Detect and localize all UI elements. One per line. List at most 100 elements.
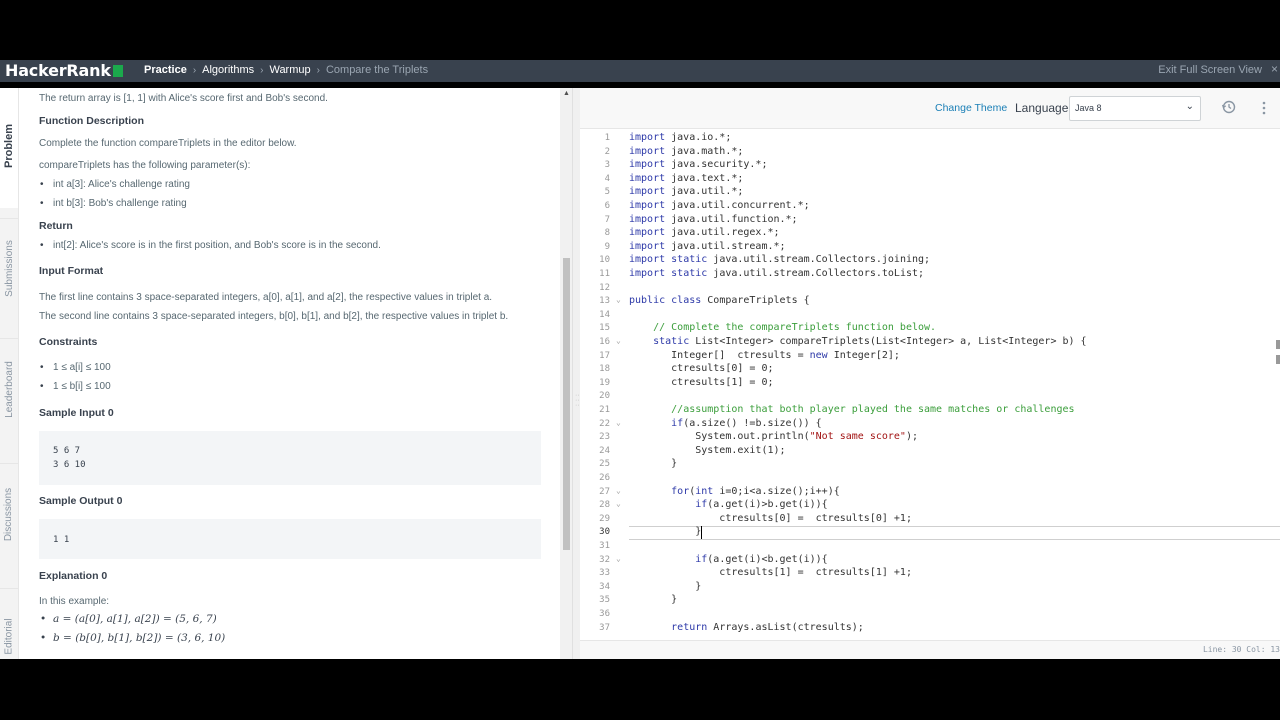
hackerrank-logo[interactable]: HackerRank [5, 61, 123, 80]
breadcrumb-practice[interactable]: Practice [144, 64, 187, 76]
line-number: 2 [604, 146, 610, 157]
code-line[interactable]: 10 import static java.util.stream.Collect… [580, 254, 1280, 268]
code-line[interactable]: 28 ⌄ if(a.get(i)>b.get(i)){ [580, 499, 1280, 513]
code-line[interactable]: 27 ⌄ for(int i=0;i<a.size();i++){ [580, 486, 1280, 500]
code-line[interactable]: 16 ⌄ static List<Integer> compareTriplets… [580, 336, 1280, 350]
code-line[interactable]: 15 // Complete the compareTriplets funct… [580, 322, 1280, 336]
code-line[interactable]: 11 import static java.util.stream.Collect… [580, 268, 1280, 282]
line-number: 16 [599, 337, 610, 347]
code-text: //assumption that both player played the… [671, 404, 1075, 415]
code-line[interactable]: 8 import java.util.regex.*; [580, 227, 1280, 241]
code-text: Integer[] ctresults = new Integer[2]; [629, 349, 900, 361]
breadcrumb-algorithms[interactable]: Algorithms [202, 64, 254, 76]
problem-statement: The return array is [1, 1] with Alice's … [19, 88, 560, 659]
line-number: 13 [599, 296, 610, 307]
fold-chevron-icon[interactable]: ⌄ [616, 295, 621, 304]
code-text: import java.text.*; [629, 172, 744, 184]
code-line[interactable]: 22 ⌄ if(a.size() !=b.size()) { [580, 418, 1280, 432]
scroll-ruler-mark [1276, 355, 1280, 364]
code-line[interactable]: 1 import java.io.*; [580, 132, 1280, 146]
code-text: ctresults[0] = 0; [629, 363, 774, 375]
tab-problem[interactable]: Problem [0, 108, 18, 184]
code-line[interactable]: 36 [580, 608, 1280, 622]
chevron-down-icon: ⌄ [1185, 101, 1194, 112]
line-number: 1 [604, 133, 610, 143]
fold-chevron-icon[interactable]: ⌄ [616, 418, 621, 427]
code-line[interactable]: 5 import java.util.*; [580, 186, 1280, 200]
code-line[interactable]: 23 System.out.println("Not same score"); [580, 431, 1280, 445]
explanation-heading: Explanation 0 [39, 570, 108, 582]
code-text: import java.util.*; [629, 186, 744, 198]
code-line[interactable]: 32 ⌄ if(a.get(i)<b.get(i)){ [580, 554, 1280, 568]
code-line[interactable]: 6 import java.util.concurrent.*; [580, 200, 1280, 214]
fold-chevron-icon[interactable]: ⌄ [616, 486, 621, 495]
code-line[interactable]: 12 [580, 282, 1280, 296]
code-text: import java.math.*; [629, 145, 744, 157]
exit-fullscreen-link[interactable]: Exit Full Screen View [1158, 64, 1262, 76]
sample-input-line: 3 6 10 [53, 460, 86, 470]
tab-editorial[interactable]: Editorial [0, 588, 18, 659]
sample-input-heading: Sample Input 0 [39, 407, 114, 419]
code-line[interactable]: 30 } [580, 526, 1280, 541]
code-line[interactable]: 2 import java.math.*; [580, 146, 1280, 160]
code-line[interactable]: 18 ctresults[0] = 0; [580, 363, 1280, 377]
line-number: 29 [599, 513, 610, 524]
code-line[interactable]: 20 [580, 390, 1280, 404]
text-cursor [701, 526, 703, 540]
tab-submissions[interactable]: Submissions [0, 218, 18, 317]
code-line[interactable]: 29 ctresults[0] = ctresults[0] +1; [580, 513, 1280, 527]
code-line[interactable]: 26 [580, 472, 1280, 486]
line-number: 9 [604, 241, 610, 252]
fold-chevron-icon[interactable]: ⌄ [616, 336, 621, 345]
function-description-text: Complete the function compareTriplets in… [39, 138, 297, 149]
fold-chevron-icon[interactable]: ⌄ [616, 499, 621, 508]
tab-discussions[interactable]: Discussions [0, 463, 18, 564]
problem-scrollbar[interactable]: ▲ [560, 88, 572, 659]
line-number: 12 [599, 282, 610, 293]
code-line[interactable]: 21 //assumption that both player played … [580, 404, 1280, 418]
close-icon[interactable]: × [1271, 62, 1278, 76]
sample-output-box: 1 1 [39, 519, 541, 559]
code-line[interactable]: 19 ctresults[1] = 0; [580, 377, 1280, 391]
code-line[interactable]: 35 } [580, 594, 1280, 608]
input-format-line: The first line contains 3 space-separate… [39, 292, 493, 303]
code-line[interactable]: 37 return Arrays.asList(ctresults); [580, 622, 1280, 636]
code-line[interactable]: 34 } [580, 581, 1280, 595]
language-label: Language [1015, 101, 1069, 115]
code-text: if(a.get(i)<b.get(i)){ [695, 553, 828, 565]
line-number: 24 [599, 445, 610, 456]
language-select[interactable]: Java 8 ⌄ [1069, 96, 1201, 121]
code-text: if(a.size() !=b.size()) { [671, 417, 822, 429]
code-text: System.out.println("Not same score"); [629, 431, 918, 443]
scrollbar-thumb[interactable] [563, 258, 570, 550]
code-line[interactable]: 3 import java.security.*; [580, 159, 1280, 173]
code-line[interactable]: 33 ctresults[1] = ctresults[1] +1; [580, 567, 1280, 581]
code-line[interactable]: 9 import java.util.stream.*; [580, 241, 1280, 255]
active-line-highlight [629, 526, 1280, 541]
tab-leaderboard[interactable]: Leaderboard [0, 338, 18, 439]
code-line[interactable]: 13 ⌄ public class CompareTriplets { [580, 295, 1280, 309]
code-line[interactable]: 24 System.exit(1); [580, 445, 1280, 459]
code-line[interactable]: 7 import java.util.function.*; [580, 214, 1280, 228]
line-number: 32 [599, 554, 610, 565]
code-line[interactable]: 31 [580, 540, 1280, 554]
scroll-ruler-mark [1276, 340, 1280, 349]
line-number: 11 [599, 269, 610, 279]
code-line[interactable]: 4 import java.text.*; [580, 173, 1280, 187]
code-line[interactable]: 17 Integer[] ctresults = new Integer[2]; [580, 350, 1280, 364]
scroll-up-arrow-icon[interactable]: ▲ [563, 90, 570, 97]
editor-statusbar: Line: 30 Col: 13 [580, 640, 1280, 659]
explanation-intro: In this example: [39, 596, 110, 607]
code-editor[interactable]: 1 import java.io.*; 2 import java.math.*; 3 i… [580, 132, 1280, 640]
more-vertical-icon[interactable] [1260, 99, 1268, 117]
breadcrumb-warmup[interactable]: Warmup [269, 64, 310, 76]
code-line[interactable]: 25 } [580, 458, 1280, 472]
change-theme-link[interactable]: Change Theme [935, 102, 1007, 114]
code-line[interactable]: 14 [580, 309, 1280, 323]
history-icon[interactable] [1220, 98, 1238, 116]
fold-chevron-icon[interactable]: ⌄ [616, 554, 621, 563]
code-text: import static java.util.stream.Collector… [629, 268, 925, 279]
line-number: 26 [599, 473, 610, 483]
line-number: 36 [599, 609, 610, 619]
line-number: 31 [599, 541, 610, 551]
